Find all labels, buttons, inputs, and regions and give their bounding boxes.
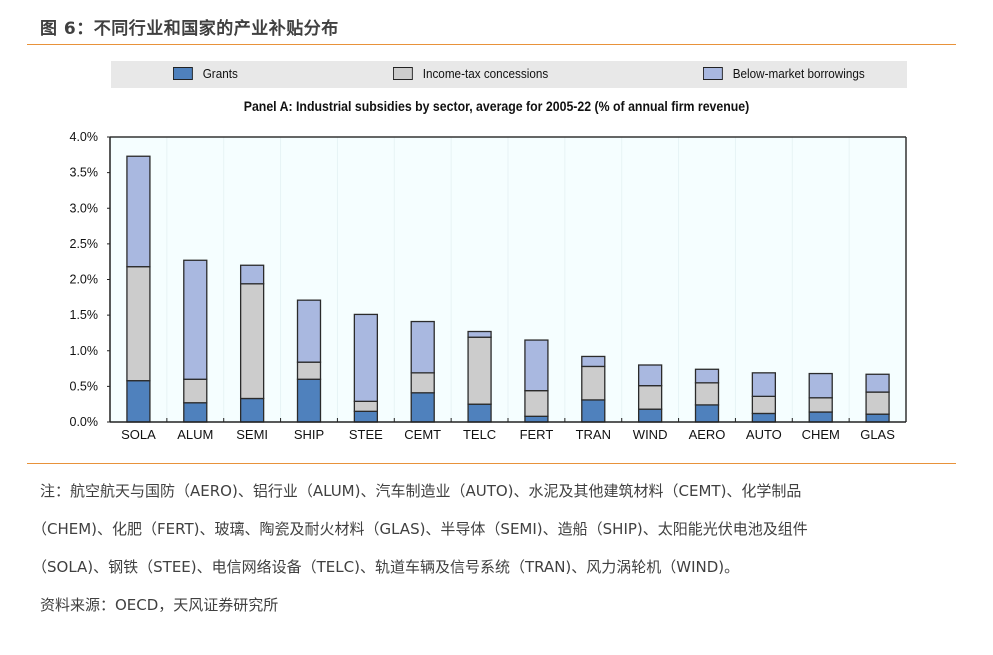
bar-segment-auto-income-tax [751,395,777,415]
bar-segment-tran-income-tax [581,365,606,401]
x-tick-label: FERT [520,427,554,442]
x-tick-label: GLAS [860,427,895,442]
note-line-2: （CHEM)、化肥（FERT)、玻璃、陶瓷及耐火材料（GLAS)、半导体（SEM… [32,520,808,538]
bar-segment-wind-borrowings [637,364,663,387]
bar-segment-fert-income-tax [524,389,549,417]
bar-segment-cemt-grants [410,392,435,423]
bar-segment-ship-income-tax [296,361,322,380]
bar-segment-semi-income-tax [239,283,265,400]
bar-segment-ship-borrowings [296,299,322,363]
bar-segment-ship-grants [296,378,322,423]
x-tick-label: TRAN [576,427,611,442]
y-tick-label: 3.5% [70,166,99,180]
x-tick-label: AERO [689,427,726,442]
bar-segment-aero-grants [694,404,720,423]
bar-segment-stee-income-tax [353,400,379,412]
note-line-1: 注：航空航天与国防（AERO)、铝行业（ALUM)、汽车制造业（AUTO)、水泥… [40,482,802,500]
x-tick-label: SOLA [121,427,156,442]
bar-segment-semi-borrowings [239,264,265,285]
y-tick-label: 0.5% [70,379,99,393]
x-tick-label: CHEM [802,427,840,442]
bar-segment-alum-grants [183,402,208,423]
bar-segment-fert-grants [524,415,549,423]
y-tick-label: 1.0% [70,344,99,358]
bar-segment-glas-income-tax [865,391,890,415]
bar-segment-alum-income-tax [183,378,208,404]
bar-segment-chem-income-tax [808,397,833,413]
x-tick-label: SHIP [294,427,324,442]
bar-segment-chem-borrowings [808,372,833,399]
source-line: 资料来源：OECD，天风证券研究所 [40,596,279,614]
bar-segment-semi-grants [239,397,265,423]
bar-segment-tran-grants [581,399,606,423]
note-line-3: （SOLA)、钢铁（STEE)、电信网络设备（TELC)、轨道车辆及信号系统（T… [32,558,740,576]
bar-segment-auto-borrowings [751,372,777,397]
bar-segment-cemt-borrowings [410,320,435,374]
y-tick-label: 4.0% [70,130,99,144]
stacked-bar-chart: 0.0% 0.5% 1.0% 1.5% 2.0% 2.5% 3.0% 3.5% 4.0% SOL… [70,130,907,442]
bar-segment-wind-grants [637,408,663,423]
bar-segment-aero-borrowings [694,368,720,384]
bar-segment-fert-borrowings [524,339,549,392]
bar-segment-sola-borrowings [126,155,151,268]
bar-segment-chem-grants [808,411,833,423]
x-tick-label: ALUM [177,427,213,442]
x-tick-label: TELC [463,427,496,442]
y-tick-label: 0.0% [70,415,99,429]
x-tick-label: STEE [349,427,383,442]
x-tick-label: SEMI [236,427,268,442]
bar-segment-wind-income-tax [637,385,663,410]
bar-segment-sola-income-tax [126,266,151,382]
bar-segment-telc-borrowings [467,330,492,338]
bar-segment-auto-grants [751,412,777,423]
y-tick-label: 3.0% [70,201,99,215]
bar-segment-glas-grants [865,413,890,423]
bar-segment-stee-borrowings [353,313,379,402]
bar-segment-sola-grants [126,380,151,423]
bottom-divider [27,463,956,464]
bar-segment-cemt-income-tax [410,372,435,394]
bar-segment-glas-borrowings [865,373,890,393]
y-tick-label: 2.0% [70,273,99,287]
x-tick-label: AUTO [746,427,782,442]
y-tick-label: 2.5% [70,237,99,251]
x-tick-label: CEMT [404,427,441,442]
bar-segment-telc-grants [467,403,492,423]
y-tick-label: 1.5% [70,308,99,322]
bar-segment-telc-income-tax [467,336,492,405]
bar-segment-aero-income-tax [694,382,720,406]
bar-segment-alum-borrowings [183,259,208,380]
figure-notes: 注：航空航天与国防（AERO)、铝行业（ALUM)、汽车制造业（AUTO)、水泥… [32,472,960,624]
bar-segment-tran-borrowings [581,355,606,368]
x-tick-label: WIND [633,427,668,442]
bar-segment-stee-grants [353,410,379,423]
